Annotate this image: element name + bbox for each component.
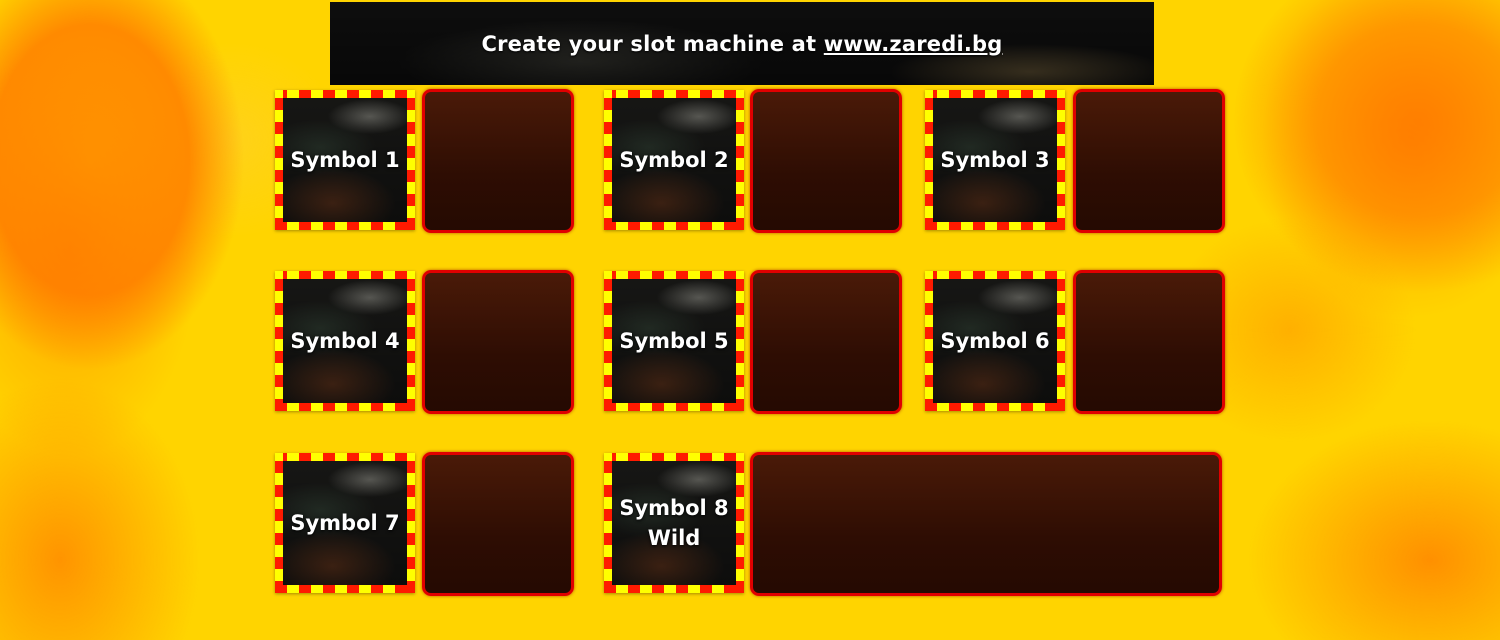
symbol-label: Symbol 3 <box>940 148 1050 172</box>
symbol-slot-box-7[interactable] <box>422 452 574 596</box>
symbol-slot-box-5[interactable] <box>750 270 902 414</box>
zaredi-link[interactable]: www.zaredi.bg <box>824 32 1003 56</box>
symbol-card-4[interactable]: Symbol 4 <box>275 271 415 411</box>
symbol-card-3[interactable]: Symbol 3 <box>925 90 1065 230</box>
symbol-card-6[interactable]: Symbol 6 <box>925 271 1065 411</box>
wide-slot-box[interactable] <box>750 452 1222 596</box>
symbol-slot-box-6[interactable] <box>1073 270 1225 414</box>
symbol-label: Symbol 6 <box>940 329 1050 353</box>
symbol-image-2: Symbol 2 <box>612 98 736 222</box>
symbol-slot-box-2[interactable] <box>750 89 902 233</box>
symbol-slot-box-4[interactable] <box>422 270 574 414</box>
symbol-image-5: Symbol 5 <box>612 279 736 403</box>
symbol-card-5[interactable]: Symbol 5 <box>604 271 744 411</box>
symbol-image-7: Symbol 7 <box>283 461 407 585</box>
symbol-label: Symbol 8 Wild <box>619 496 729 550</box>
symbol-image-6: Symbol 6 <box>933 279 1057 403</box>
symbol-label: Symbol 4 <box>290 329 400 353</box>
symbol-image-3: Symbol 3 <box>933 98 1057 222</box>
symbol-label: Symbol 5 <box>619 329 729 353</box>
symbol-slot-box-1[interactable] <box>422 89 574 233</box>
symbol-slot-box-3[interactable] <box>1073 89 1225 233</box>
banner-prefix: Create your slot machine at <box>481 31 824 56</box>
symbol-image-4: Symbol 4 <box>283 279 407 403</box>
background-swirl-left <box>0 40 200 460</box>
symbol-label: Symbol 1 <box>290 148 400 172</box>
symbol-image-1: Symbol 1 <box>283 98 407 222</box>
banner-text: Create your slot machine at www.zaredi.b… <box>482 32 1003 56</box>
symbol-label: Symbol 2 <box>619 148 729 172</box>
symbol-card-2[interactable]: Symbol 2 <box>604 90 744 230</box>
background-swirl-right <box>1260 0 1500 320</box>
symbol-image-8: Symbol 8 Wild <box>612 461 736 585</box>
promo-banner: Create your slot machine at www.zaredi.b… <box>330 2 1154 85</box>
symbol-label: Symbol 7 <box>290 511 400 535</box>
symbol-card-7[interactable]: Symbol 7 <box>275 453 415 593</box>
symbol-card-1[interactable]: Symbol 1 <box>275 90 415 230</box>
symbol-card-8-wild[interactable]: Symbol 8 Wild <box>604 453 744 593</box>
